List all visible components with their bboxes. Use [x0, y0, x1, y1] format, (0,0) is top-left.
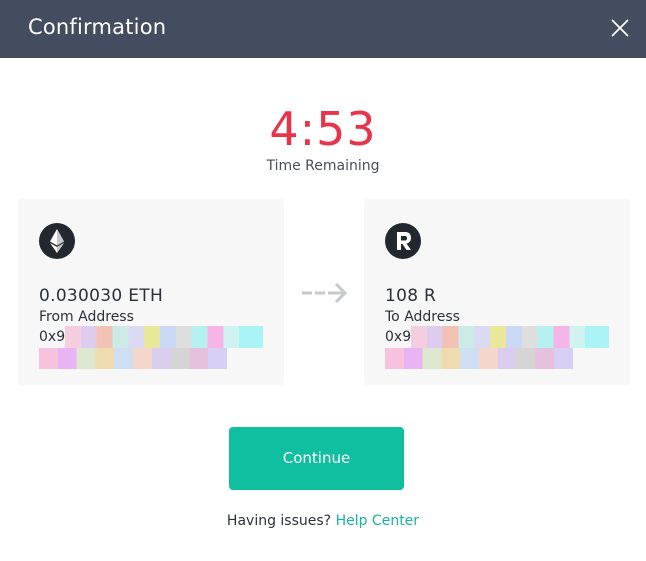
confirmation-modal: Confirmation 4:53 Time Remaining 0.03003…	[0, 0, 646, 561]
help-center-link[interactable]: Help Center	[336, 513, 420, 529]
modal-title: Confirmation	[28, 15, 167, 39]
from-address-label: From Address	[39, 309, 134, 325]
continue-button[interactable]: Continue	[229, 427, 404, 490]
help-footer: Having issues? Help Center	[0, 513, 646, 529]
ethereum-icon	[39, 223, 75, 259]
to-address-label: To Address	[385, 309, 460, 325]
close-icon[interactable]	[610, 18, 630, 38]
dashed-arrow-right-icon	[300, 281, 350, 305]
rep-token-icon	[385, 223, 421, 259]
help-text: Having issues?	[226, 513, 332, 529]
modal-header: Confirmation	[0, 0, 646, 58]
from-card: 0.030030 ETH From Address 0x9	[18, 199, 284, 385]
countdown-label: Time Remaining	[266, 158, 380, 174]
to-card: 108 R To Address 0x9	[364, 199, 630, 385]
countdown-timer: 4:53	[269, 102, 377, 156]
from-amount: 0.030030 ETH	[39, 286, 164, 306]
to-address-redaction	[385, 326, 609, 370]
to-amount: 108 R	[385, 286, 437, 306]
from-address-redaction	[39, 326, 263, 370]
